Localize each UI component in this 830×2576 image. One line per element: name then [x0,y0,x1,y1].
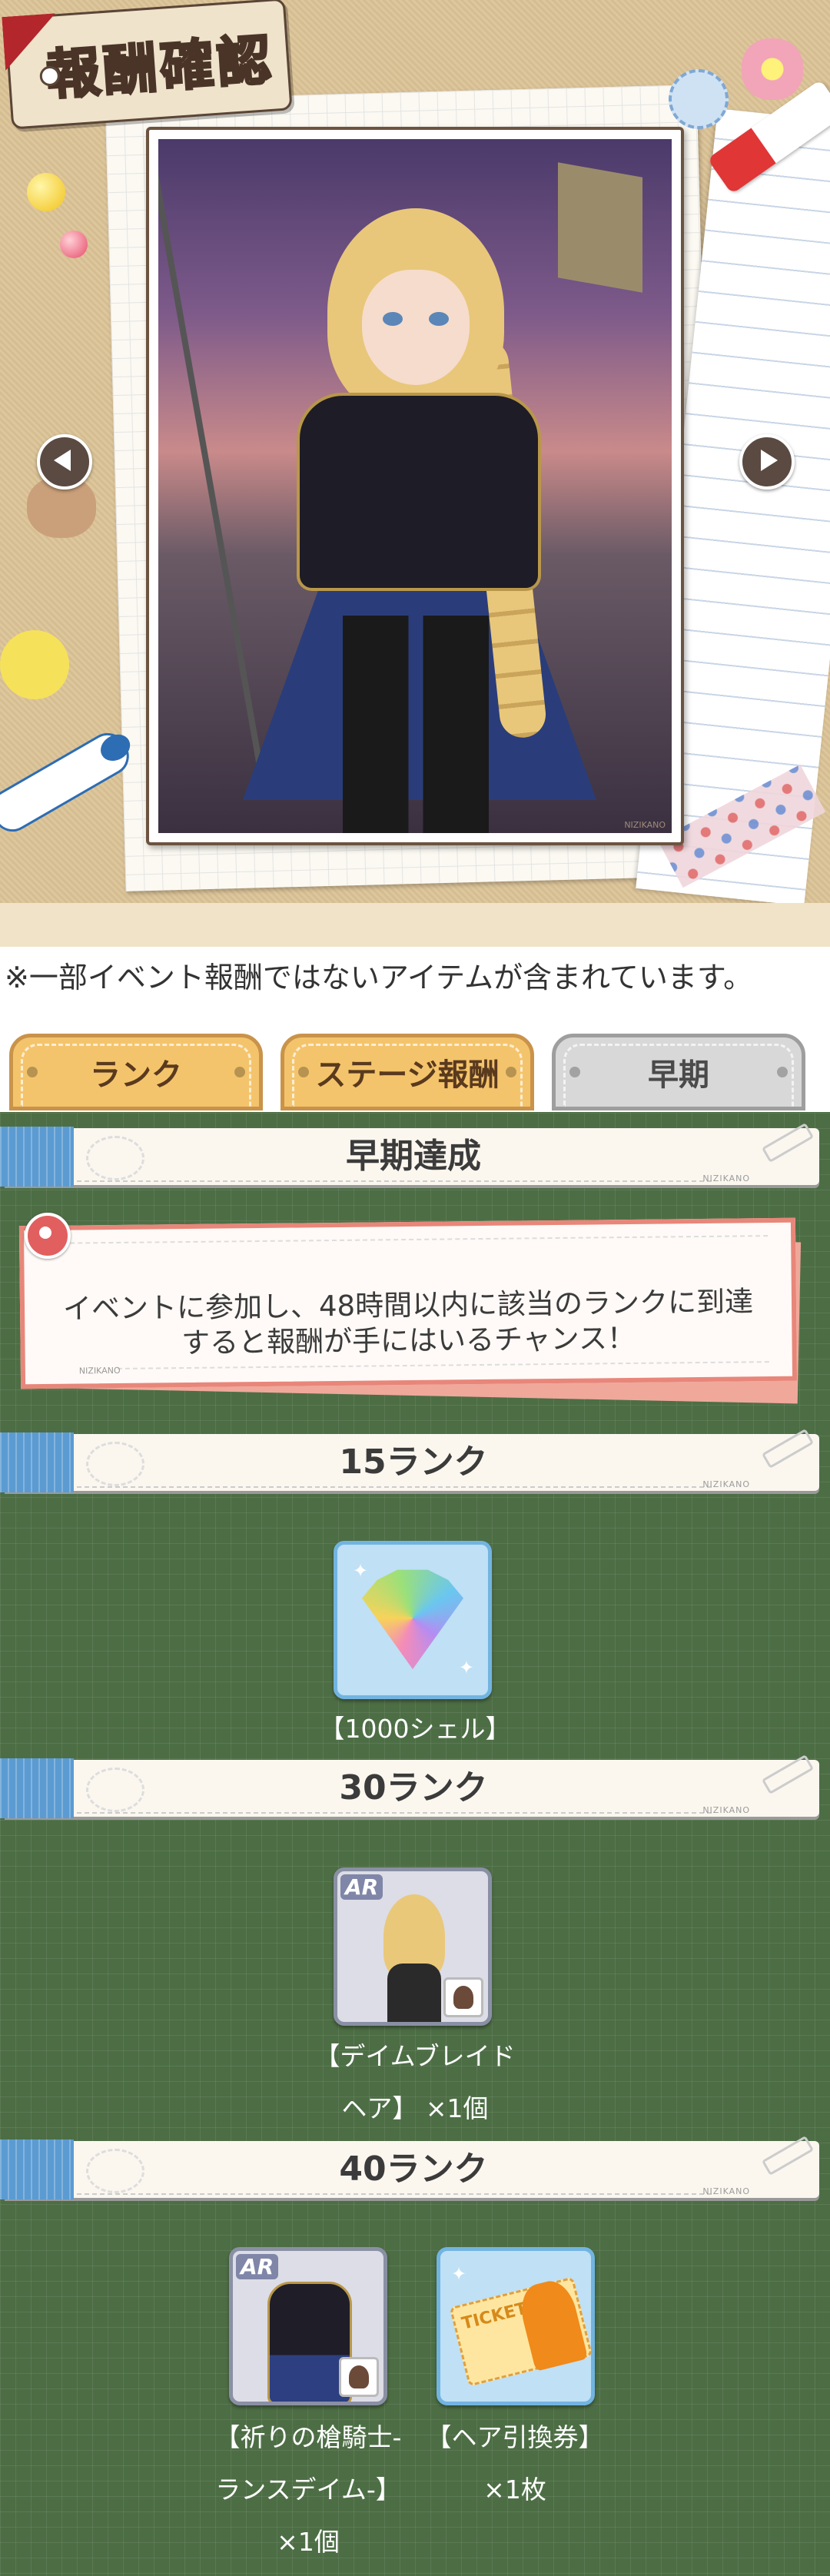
rank-title: 15ランク [339,1442,488,1482]
caption-line: ×1枚 [483,2475,546,2505]
banner-bottom-strip [0,903,830,949]
tab-stage-reward[interactable]: ステージ報酬 [281,1034,534,1110]
outfit-category-icon [339,2357,379,2397]
hair-category-icon [443,1977,483,2017]
tab-rivet [27,1067,38,1077]
banner-area: NIZIKANO 報酬確認 [0,0,830,945]
tab-rivet [569,1067,580,1077]
rarity-badge: AR [340,1874,383,1900]
spear-shape [158,143,268,796]
tab-label: ステージ報酬 [315,1057,500,1093]
sparkle-icon: ✦ [353,1560,369,1582]
rank-title: 40ランク [339,2149,488,2189]
badge-icon [25,1213,71,1259]
info-card-body: イベントに参加し、48時間以内に該当のランクに到達すると報酬が手にはいるチャンス… [18,1217,798,1389]
page-title-text: 報酬確認 [43,26,277,108]
caption-line: ×1個 [277,2527,340,2557]
rank-header: NIZIKANO 30ランク [0,1754,827,1821]
tab-rivet [298,1067,309,1077]
rank-header: NIZIKANO 15ランク [0,1428,827,1495]
tab-rank[interactable]: ランク [9,1034,263,1110]
legs-shape [343,616,489,833]
tab-rivet [777,1067,788,1077]
reward-item-hair[interactable]: AR [334,1867,492,2026]
rainbow-shell-icon [362,1569,463,1669]
page-title: 報酬確認 [4,0,293,130]
right-eye [429,312,449,326]
info-card: イベントに参加し、48時間以内に該当のランクに到達すると報酬が手にはいるチャンス… [18,1213,804,1404]
notice-text: ※一部イベント報酬ではないアイテムが含まれています。 [0,947,830,1008]
tab-rivet [234,1067,245,1077]
character-illustration: NIZIKANO [158,139,672,833]
yellow-ball-decoration [27,173,65,211]
tab-early[interactable]: 早期 [552,1034,805,1110]
reward-item-outfit[interactable]: AR [229,2247,387,2405]
face-shape [362,270,470,385]
sparkle-icon: ✦ [458,1657,474,1678]
sparkle-icon: ✦ [451,2263,467,2285]
left-eye [383,312,403,326]
crayon-decoration [0,725,136,839]
button-decoration [669,69,729,129]
pink-ball-decoration [60,231,88,258]
section-title: 早期達成 [346,1137,481,1176]
info-dash-line [47,1235,769,1244]
reward-item-shell[interactable]: ✦ ✦ [334,1541,492,1699]
rank-title: 30ランク [339,1768,488,1808]
chick-decoration [0,630,69,699]
reward-caption: 【ヘア引換券】 ×1枚 [400,2412,630,2516]
flag-shape [558,162,642,293]
armor-shape [297,393,541,591]
reward-caption: 【1000シェル】 [261,1703,569,1755]
character-preview: NIZIKANO [146,127,684,845]
section-header: NIZIKANO 早期達成 [0,1122,827,1190]
rank-header: NIZIKANO 40ランク [0,2135,827,2203]
caption-line: ヘア】 ×1個 [341,2093,489,2123]
caption-line: 【デイムブレイド [314,2041,516,2071]
tab-rivet [506,1067,516,1077]
tab-label: 早期 [648,1057,709,1093]
prev-arrow-button[interactable] [37,434,92,490]
caption-line: 【ヘア引換券】 [426,2422,604,2452]
tab-label: ランク [90,1057,182,1093]
reward-caption: 【デイムブレイド ヘア】 ×1個 [261,2030,569,2135]
photo-signature: NIZIKANO [624,820,666,830]
caption-line: 【1000シェル】 [319,1714,511,1744]
rarity-badge: AR [236,2254,279,2279]
reward-item-ticket[interactable]: ✦ [437,2247,595,2405]
mannequin-shape [387,1964,441,2022]
info-message: イベントに参加し、48時間以内に該当のランクに到達すると報酬が手にはいるチャンス… [62,1285,754,1360]
next-arrow-button[interactable] [739,434,795,490]
info-dash-line [117,1361,769,1369]
flower-decoration [742,38,803,100]
info-stamp: NIZIKANO [78,1365,121,1376]
